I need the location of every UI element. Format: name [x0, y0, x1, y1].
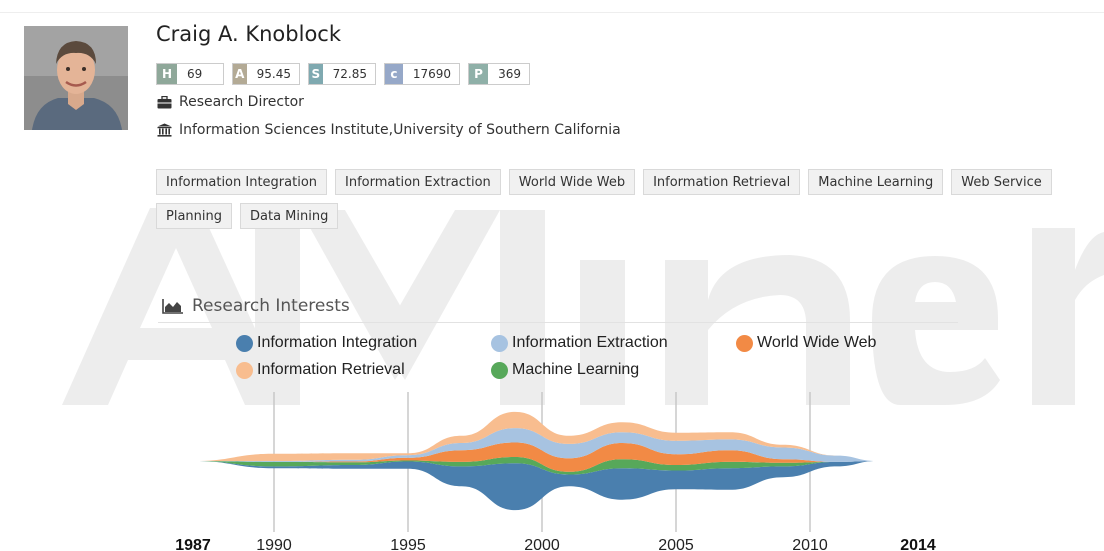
tag-data-mining[interactable]: Data Mining — [240, 203, 339, 229]
legend-label: Information Integration — [257, 334, 418, 351]
area-chart-icon — [162, 299, 183, 314]
tag-planning[interactable]: Planning — [156, 203, 232, 229]
top-border — [0, 12, 1104, 13]
metric-value: 369 — [488, 64, 529, 84]
tag-machine-learning[interactable]: Machine Learning — [808, 169, 944, 195]
metric-badges: H 69 A 95.45 S 72.85 c 17690 P 369 — [156, 63, 530, 85]
affiliation-text: Information Sciences Institute,Universit… — [179, 122, 621, 138]
metric-badge-a: A 95.45 — [232, 63, 300, 85]
metric-badge-c: c 17690 — [384, 63, 460, 85]
metric-value: 95.45 — [246, 64, 299, 84]
research-interests-streamgraph: 1990 1995 2000 2005 2010 1987 2014 — [175, 392, 936, 551]
x-end-label: 2014 — [900, 537, 936, 551]
position-text: Research Director — [179, 94, 304, 110]
metric-key: H — [157, 64, 177, 84]
tag-information-integration[interactable]: Information Integration — [156, 169, 328, 195]
legend-label: Machine Learning — [512, 361, 640, 378]
tag-information-retrieval[interactable]: Information Retrieval — [643, 169, 801, 195]
legend-label: World Wide Web — [757, 334, 877, 351]
chart-legend: Information Integration Information Extra… — [236, 332, 956, 382]
metric-badge-p: P 369 — [468, 63, 530, 85]
section-divider — [158, 322, 958, 323]
legend-swatch — [491, 334, 508, 352]
metric-badge-h: H 69 — [156, 63, 224, 85]
briefcase-icon — [157, 95, 172, 108]
metric-key: c — [385, 64, 403, 84]
legend-item[interactable]: Information Extraction — [491, 334, 668, 352]
x-tick-label: 1995 — [390, 537, 426, 551]
interest-tags: Information Integration Information Extra… — [156, 169, 1102, 229]
tag-information-extraction[interactable]: Information Extraction — [335, 169, 501, 195]
position-line: Research Director — [157, 94, 304, 110]
metric-value: 69 — [177, 64, 211, 84]
tag-web-service[interactable]: Web Service — [951, 169, 1052, 195]
legend-item[interactable]: World Wide Web — [736, 334, 876, 352]
metric-badge-s: S 72.85 — [308, 63, 376, 85]
avatar — [24, 26, 128, 130]
stream-layer — [193, 461, 878, 511]
x-tick-label: 2005 — [658, 537, 694, 551]
research-interests-title: Research Interests — [162, 296, 350, 316]
x-tick-label: 2000 — [524, 537, 560, 551]
legend-swatch — [236, 361, 253, 379]
research-interests-label: Research Interests — [192, 296, 350, 316]
metric-key: A — [233, 64, 247, 84]
legend-swatch — [491, 361, 508, 379]
affiliation-line: Information Sciences Institute,Universit… — [157, 122, 621, 138]
legend-label: Information Retrieval — [257, 361, 405, 378]
legend-swatch — [236, 334, 253, 352]
legend-item[interactable]: Information Retrieval — [236, 361, 405, 379]
legend-item[interactable]: Information Integration — [236, 334, 417, 352]
metric-value: 72.85 — [322, 64, 375, 84]
metric-value: 17690 — [402, 64, 459, 84]
profile-name: Craig A. Knoblock — [156, 22, 342, 46]
x-start-label: 1987 — [175, 537, 211, 551]
x-tick-label: 1990 — [256, 537, 292, 551]
tag-world-wide-web[interactable]: World Wide Web — [508, 169, 636, 195]
metric-key: S — [309, 64, 323, 84]
legend-label: Information Extraction — [512, 334, 668, 351]
metric-key: P — [469, 64, 489, 84]
x-tick-label: 2010 — [792, 537, 828, 551]
institution-icon — [157, 123, 172, 137]
legend-swatch — [736, 334, 753, 352]
legend-item[interactable]: Machine Learning — [491, 361, 639, 379]
